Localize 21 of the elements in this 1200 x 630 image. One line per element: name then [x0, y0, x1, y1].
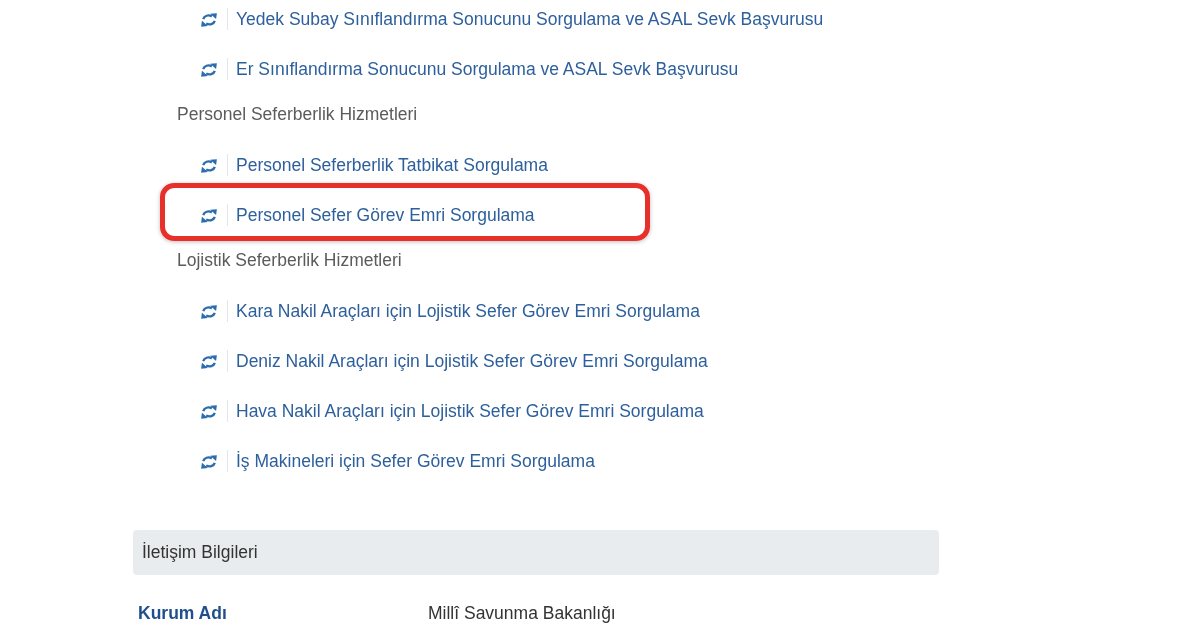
field-label: Kurum Adı [138, 602, 228, 624]
refresh-icon [200, 355, 218, 369]
service-link[interactable]: Kara Nakil Araçları için Lojistik Sefer Görev Emri Sorgulama [236, 300, 700, 322]
service-link[interactable]: Personel Seferberlik Tatbikat Sorgulama [236, 154, 548, 176]
service-link[interactable]: Personel Sefer Görev Emri Sorgulama [236, 204, 535, 226]
refresh-icon [200, 209, 218, 223]
section-header: İletişim Bilgileri [133, 530, 939, 575]
group-heading: Lojistik Seferberlik Hizmetleri [176, 249, 403, 271]
refresh-icon [200, 159, 218, 173]
service-link[interactable]: Deniz Nakil Araçları için Lojistik Sefer Görev Emri Sorgulama [236, 350, 708, 372]
refresh-icon [200, 405, 218, 419]
refresh-icon [200, 455, 218, 469]
group-heading: Personel Seferberlik Hizmetleri [176, 103, 419, 125]
service-link[interactable]: Er Sınıflandırma Sonucunu Sorgulama ve ASAL Sevk Başvurusu [236, 58, 739, 80]
service-link[interactable]: Yedek Subay Sınıflandırma Sonucunu Sorgulama ve ASAL Sevk Başvurusu [236, 8, 824, 30]
refresh-icon [200, 63, 218, 77]
refresh-icon [200, 305, 218, 319]
service-link[interactable]: İş Makineleri için Sefer Görev Emri Sorgulama [236, 450, 595, 472]
refresh-icon [200, 13, 218, 27]
field-value: Millî Savunma Bakanlığı [428, 602, 616, 624]
service-link[interactable]: Hava Nakil Araçları için Lojistik Sefer Görev Emri Sorgulama [236, 400, 704, 422]
